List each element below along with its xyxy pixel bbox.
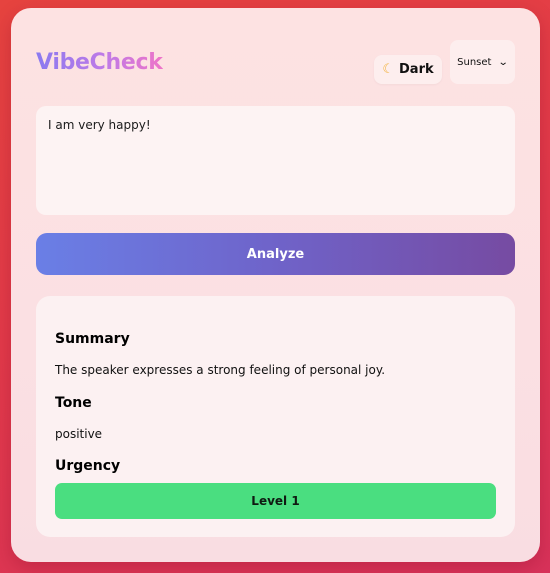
dark-mode-toggle[interactable]: ☾ Dark [374, 55, 442, 84]
theme-select[interactable]: Sunset ⌄ [450, 40, 515, 84]
app-card: VibeCheck ☾ Dark Sunset ⌄ I am very happ… [11, 8, 540, 562]
analyze-button[interactable]: Analyze [36, 233, 515, 275]
urgency-heading: Urgency [55, 458, 121, 474]
text-input[interactable]: I am very happy! [36, 106, 515, 215]
results-panel: Summary The speaker expresses a strong f… [36, 296, 515, 537]
theme-select-value: Sunset [457, 56, 492, 68]
dark-mode-label: Dark [399, 62, 434, 77]
tone-text: positive [55, 427, 103, 441]
urgency-level-badge: Level 1 [55, 483, 496, 519]
app-logo: VibeCheck [36, 48, 163, 78]
tone-heading: Tone [55, 395, 92, 411]
summary-text: The speaker expresses a strong feeling o… [55, 363, 386, 377]
chevron-down-icon: ⌄ [498, 56, 510, 68]
moon-icon: ☾ [382, 62, 395, 77]
summary-heading: Summary [55, 331, 130, 347]
